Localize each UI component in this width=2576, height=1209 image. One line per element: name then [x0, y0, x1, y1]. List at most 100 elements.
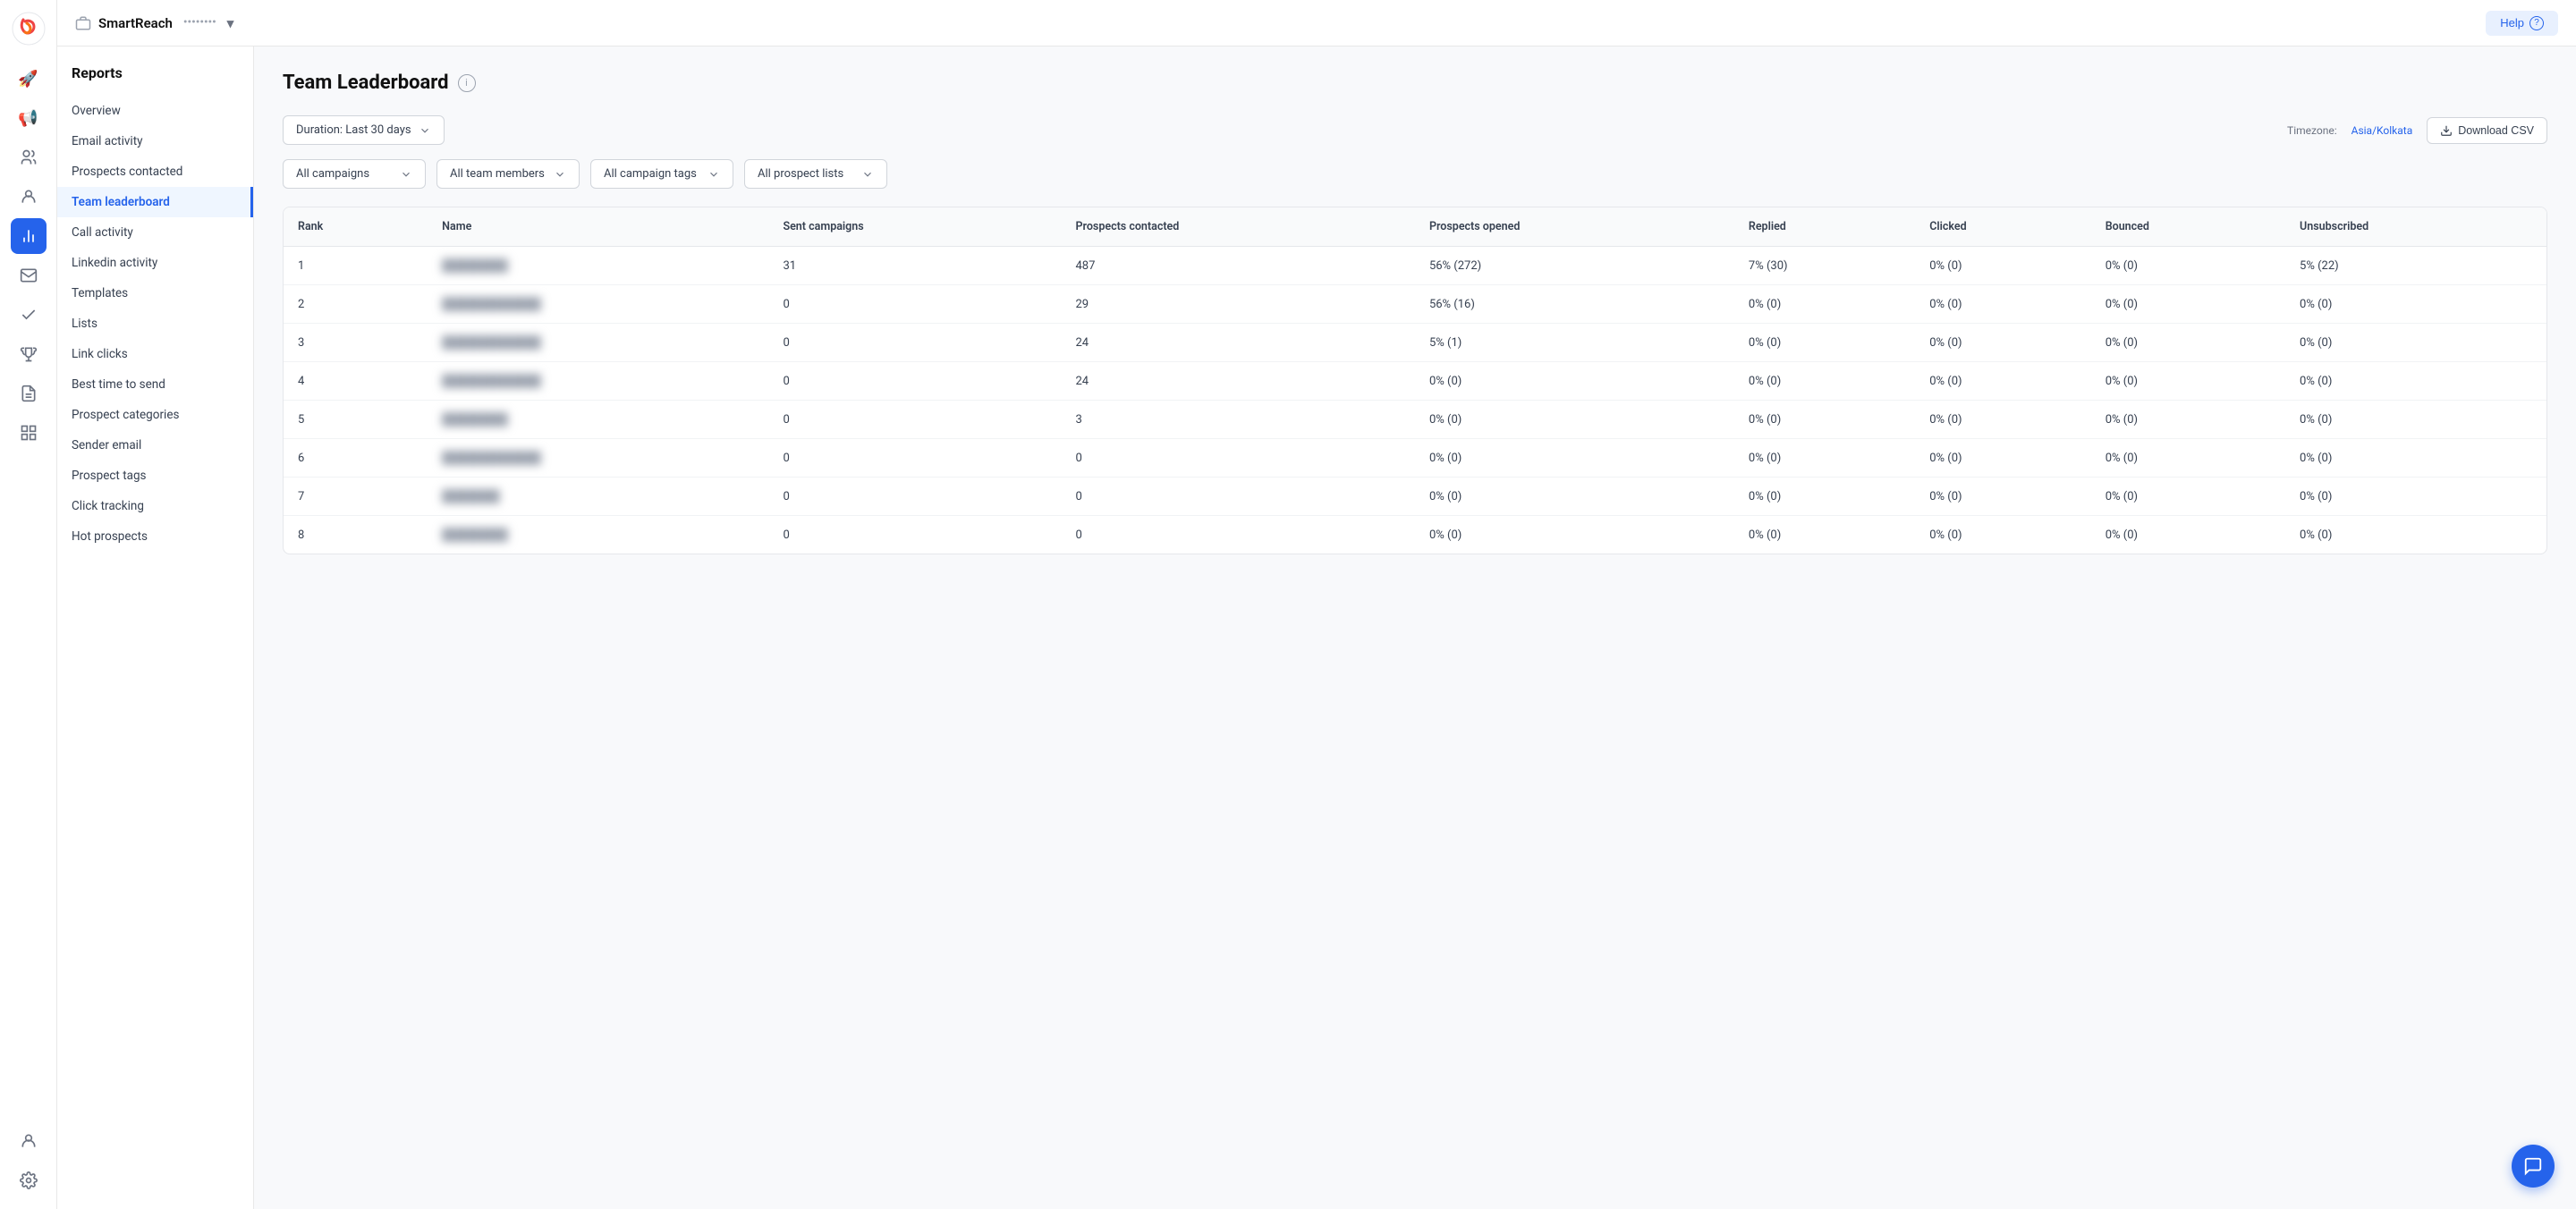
rail-icon-rocket[interactable]: 🚀: [11, 61, 47, 97]
cell-value: 0% (0): [1734, 439, 1915, 478]
cell-name: ████████: [428, 401, 768, 439]
cell-value: 24: [1061, 362, 1414, 401]
rail-icon-person[interactable]: [11, 179, 47, 215]
table-row: 2████████████02956% (16)0% (0)0% (0)0% (…: [284, 285, 2546, 324]
cell-value: 0% (0): [1915, 247, 2090, 285]
cell-name: ███████: [428, 478, 768, 516]
cell-rank: 4: [284, 362, 428, 401]
cell-value: 0: [1061, 439, 1414, 478]
sidebar: Reports Overview Email activity Prospect…: [57, 46, 254, 1209]
cell-value: 0% (0): [1734, 516, 1915, 554]
cell-name: ████████: [428, 247, 768, 285]
duration-dropdown[interactable]: Duration: Last 30 days: [283, 115, 445, 145]
leaderboard-table-container: Rank Name Sent campaigns Prospects conta…: [283, 207, 2547, 554]
cell-value: 0% (0): [2091, 362, 2285, 401]
app-logo[interactable]: [11, 11, 47, 46]
rail-icon-check[interactable]: [11, 297, 47, 333]
cell-value: 0% (0): [2285, 362, 2546, 401]
cell-value: 0% (0): [1915, 285, 2090, 324]
campaign-tags-dropdown[interactable]: All campaign tags: [590, 159, 733, 189]
sidebar-item-best-time-to-send[interactable]: Best time to send: [57, 369, 253, 400]
cell-value: 0% (0): [2285, 401, 2546, 439]
workspace-chevron[interactable]: ▾: [227, 15, 234, 31]
cell-value: 0: [768, 516, 1061, 554]
sidebar-item-call-activity[interactable]: Call activity: [57, 217, 253, 248]
cell-value: 0: [768, 478, 1061, 516]
cell-value: 0: [768, 324, 1061, 362]
cell-value: 0% (0): [1915, 478, 2090, 516]
sidebar-item-linkedin-activity[interactable]: Linkedin activity: [57, 248, 253, 278]
cell-value: 29: [1061, 285, 1414, 324]
sidebar-item-click-tracking[interactable]: Click tracking: [57, 491, 253, 521]
cell-value: 0% (0): [2285, 324, 2546, 362]
cell-value: 0% (0): [1915, 401, 2090, 439]
team-members-dropdown[interactable]: All team members: [436, 159, 580, 189]
table-row: 6████████████000% (0)0% (0)0% (0)0% (0)0…: [284, 439, 2546, 478]
page-header: Team Leaderboard i: [283, 72, 2547, 94]
cell-value: 0% (0): [1734, 324, 1915, 362]
cell-value: 0% (0): [1415, 478, 1734, 516]
help-circle-icon: ?: [2529, 16, 2544, 30]
team-members-chevron-icon: [554, 168, 566, 181]
sidebar-item-email-activity[interactable]: Email activity: [57, 126, 253, 156]
cell-value: 0% (0): [1734, 362, 1915, 401]
cell-value: 5% (1): [1415, 324, 1734, 362]
table-row: 8████████000% (0)0% (0)0% (0)0% (0)0% (0…: [284, 516, 2546, 554]
cell-value: 5% (22): [2285, 247, 2546, 285]
table-row: 5████████030% (0)0% (0)0% (0)0% (0)0% (0…: [284, 401, 2546, 439]
timezone-value[interactable]: Asia/Kolkata: [2351, 124, 2413, 137]
sidebar-item-team-leaderboard[interactable]: Team leaderboard: [57, 187, 253, 217]
cell-value: 3: [1061, 401, 1414, 439]
rail-icon-doc[interactable]: [11, 376, 47, 411]
cell-value: 56% (272): [1415, 247, 1734, 285]
topbar-right: Help ?: [2486, 11, 2558, 36]
rail-icon-people[interactable]: [11, 140, 47, 175]
cell-value: 0% (0): [1734, 478, 1915, 516]
help-button[interactable]: Help ?: [2486, 11, 2558, 36]
rail-icon-user-settings[interactable]: [11, 1123, 47, 1159]
rail-icon-chart[interactable]: [11, 218, 47, 254]
rail-icon-mail[interactable]: [11, 258, 47, 293]
cell-rank: 5: [284, 401, 428, 439]
cell-value: 0: [1061, 516, 1414, 554]
cell-name: ████████████: [428, 324, 768, 362]
sidebar-item-hot-prospects[interactable]: Hot prospects: [57, 521, 253, 552]
page-title: Team Leaderboard: [283, 72, 449, 94]
sidebar-item-lists[interactable]: Lists: [57, 309, 253, 339]
sidebar-item-sender-email[interactable]: Sender email: [57, 430, 253, 461]
cell-value: 0% (0): [1415, 401, 1734, 439]
rail-icon-grid[interactable]: [11, 415, 47, 451]
cell-value: 0% (0): [2091, 478, 2285, 516]
prospect-lists-dropdown[interactable]: All prospect lists: [744, 159, 887, 189]
cell-value: 0% (0): [1915, 516, 2090, 554]
sidebar-item-templates[interactable]: Templates: [57, 278, 253, 309]
brand-area: SmartReach •••••••• ▾: [75, 15, 233, 31]
cell-value: 0% (0): [2091, 247, 2285, 285]
rail-icon-megaphone[interactable]: 📢: [11, 100, 47, 136]
table-header-row: Rank Name Sent campaigns Prospects conta…: [284, 207, 2546, 247]
table-row: 1████████3148756% (272)7% (30)0% (0)0% (…: [284, 247, 2546, 285]
cell-value: 0% (0): [2285, 478, 2546, 516]
cell-name: ████████: [428, 516, 768, 554]
filter-right-area: Timezone: Asia/Kolkata Download CSV: [2287, 117, 2547, 144]
cell-value: 0% (0): [2091, 285, 2285, 324]
rail-icon-gear[interactable]: [11, 1162, 47, 1198]
download-csv-button[interactable]: Download CSV: [2427, 117, 2547, 144]
campaigns-dropdown[interactable]: All campaigns: [283, 159, 426, 189]
chat-bubble-button[interactable]: [2512, 1145, 2555, 1188]
topbar: SmartReach •••••••• ▾ Help ?: [57, 0, 2576, 46]
cell-value: 7% (30): [1734, 247, 1915, 285]
sidebar-item-overview[interactable]: Overview: [57, 96, 253, 126]
sidebar-item-prospect-categories[interactable]: Prospect categories: [57, 400, 253, 430]
cell-value: 0% (0): [2285, 439, 2546, 478]
table-body: 1████████3148756% (272)7% (30)0% (0)0% (…: [284, 247, 2546, 554]
col-sent-campaigns: Sent campaigns: [768, 207, 1061, 247]
sidebar-item-prospects-contacted[interactable]: Prospects contacted: [57, 156, 253, 187]
cell-value: 487: [1061, 247, 1414, 285]
sidebar-item-prospect-tags[interactable]: Prospect tags: [57, 461, 253, 491]
info-icon[interactable]: i: [458, 74, 476, 92]
rail-icon-trophy[interactable]: [11, 336, 47, 372]
table-row: 7███████000% (0)0% (0)0% (0)0% (0)0% (0): [284, 478, 2546, 516]
cell-value: 0: [768, 362, 1061, 401]
sidebar-item-link-clicks[interactable]: Link clicks: [57, 339, 253, 369]
